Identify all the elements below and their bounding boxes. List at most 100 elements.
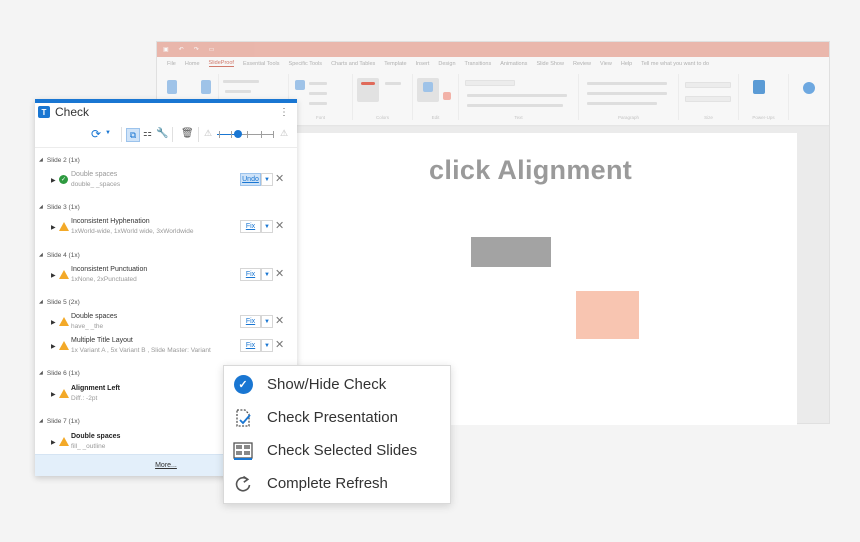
ribbon-group-edit: Edit: [413, 74, 459, 120]
chevron-down-icon[interactable]: ▼: [261, 220, 273, 233]
collapse-triangle-icon[interactable]: ◢: [39, 299, 43, 305]
expand-triangle-icon[interactable]: ▶: [51, 343, 56, 350]
ribbon-group-label: Size: [704, 115, 713, 120]
issue-item[interactable]: ▶ Inconsistent Punctuation 1xNone, 2xPun…: [35, 265, 297, 289]
fix-button[interactable]: Fix: [240, 220, 261, 233]
ribbon-tabs: File Home SlideProof Essential Tools Specifi…: [157, 57, 829, 70]
ribbon-group-paragraph: Paragraph: [579, 74, 679, 120]
ribbon-tab[interactable]: Specific Tools: [289, 61, 323, 67]
warning-high-icon: ⚠: [280, 128, 289, 138]
wrench-icon[interactable]: 🔧: [156, 128, 168, 139]
copy-icon[interactable]: ⧉: [126, 128, 140, 142]
ribbon-group-size: Size: [679, 74, 739, 120]
ribbon-tab[interactable]: Slide Show: [536, 61, 564, 67]
expand-triangle-icon[interactable]: ▶: [51, 177, 56, 184]
ribbon-tab[interactable]: Charts and Tables: [331, 61, 375, 67]
slider-tick: [273, 131, 274, 138]
menu-item-check-selected-slides[interactable]: Check Selected Slides: [224, 434, 450, 467]
chevron-down-icon[interactable]: ▼: [261, 339, 273, 352]
section-header[interactable]: ◢ Slide 4 (1x): [35, 248, 297, 262]
ribbon-tab[interactable]: Design: [438, 61, 455, 67]
present-icon[interactable]: ▭: [209, 46, 215, 53]
expand-triangle-icon[interactable]: ▶: [51, 439, 56, 446]
chevron-down-icon[interactable]: ▼: [105, 130, 111, 136]
warning-icon: [59, 317, 69, 326]
warning-low-icon: ⚠: [204, 128, 213, 138]
section-header[interactable]: ◢ Slide 3 (1x): [35, 200, 297, 214]
section-header[interactable]: ◢ Slide 2 (1x): [35, 153, 297, 167]
tree-icon[interactable]: ⚏: [143, 128, 152, 139]
section-header[interactable]: ◢ Slide 5 (2x): [35, 295, 297, 309]
menu-item-show-hide-check[interactable]: ✓ Show/Hide Check: [224, 368, 450, 401]
close-icon[interactable]: ✕: [275, 338, 284, 351]
menu-item-complete-refresh[interactable]: Complete Refresh: [224, 467, 450, 500]
collapse-triangle-icon[interactable]: ◢: [39, 418, 43, 424]
expand-triangle-icon[interactable]: ▶: [51, 391, 56, 398]
toolbar-divider: [172, 127, 173, 142]
issue-item[interactable]: ▶ ✓ Double spaces double_ _spaces Undo ▼…: [35, 170, 297, 194]
undo-icon[interactable]: ↶: [179, 46, 184, 53]
close-icon[interactable]: ✕: [275, 314, 284, 327]
fix-button[interactable]: Fix: [240, 268, 261, 281]
kebab-menu-icon[interactable]: ⋮: [279, 107, 289, 118]
ribbon-tab[interactable]: SlideProof: [208, 60, 234, 67]
close-icon[interactable]: ✕: [275, 267, 284, 280]
chevron-down-icon[interactable]: ▼: [261, 268, 273, 281]
undo-button[interactable]: Undo: [240, 173, 261, 186]
ribbon-tab[interactable]: View: [600, 61, 612, 67]
warning-icon: [59, 389, 69, 398]
issue-name: Double spaces: [71, 433, 121, 440]
menu-item-label: Check Presentation: [267, 409, 398, 426]
issue-item[interactable]: ▶ Inconsistent Hyphenation 1xWorld-wide,…: [35, 217, 297, 241]
expand-triangle-icon[interactable]: ▶: [51, 224, 56, 231]
slider-knob[interactable]: [234, 130, 242, 138]
expand-triangle-icon[interactable]: ▶: [51, 319, 56, 326]
ribbon-group-label: Font: [315, 115, 325, 120]
ribbon-group-text: Text: [459, 74, 579, 120]
ribbon-group-colors: Colors: [353, 74, 413, 120]
slider-tick: [219, 131, 220, 138]
collapse-triangle-icon[interactable]: ◢: [39, 370, 43, 376]
menu-item-check-presentation[interactable]: Check Presentation: [224, 401, 450, 434]
ribbon-tab[interactable]: Essential Tools: [243, 61, 280, 67]
ribbon-group-check: [789, 74, 829, 120]
close-icon[interactable]: ✕: [275, 172, 284, 185]
chevron-down-icon[interactable]: ▼: [261, 315, 273, 328]
warning-icon: [59, 437, 69, 446]
expand-triangle-icon[interactable]: ▶: [51, 272, 56, 279]
slideproof-logo-icon: T: [38, 106, 50, 118]
ribbon-tab[interactable]: Home: [185, 61, 200, 67]
ribbon-tab[interactable]: Transitions: [465, 61, 492, 67]
save-icon[interactable]: ▣: [163, 46, 169, 53]
menu-item-label: Complete Refresh: [267, 475, 388, 492]
ribbon-group-label: Edit: [431, 115, 440, 120]
ribbon-tab[interactable]: Insert: [416, 61, 430, 67]
issue-item[interactable]: ▶ Double spaces have_ _the Fix ▼ ✕: [35, 312, 297, 336]
ribbon-tab[interactable]: Template: [384, 61, 406, 67]
collapse-triangle-icon[interactable]: ◢: [39, 204, 43, 210]
slide-title[interactable]: click Alignment: [429, 155, 632, 186]
redo-icon[interactable]: ↷: [194, 46, 199, 53]
refresh-icon[interactable]: ⟳: [91, 127, 101, 141]
ppt-title-bar: ▣ ↶ ↷ ▭: [157, 42, 829, 57]
ribbon-tab[interactable]: Tell me what you want to do: [641, 61, 709, 67]
trash-icon[interactable]: 🗑: [181, 128, 194, 139]
ribbon-tab[interactable]: File: [167, 61, 176, 67]
peach-rectangle-shape[interactable]: [576, 291, 639, 339]
ribbon-tab[interactable]: Animations: [500, 61, 527, 67]
ribbon-group-label: Power-Ups: [752, 115, 775, 120]
collapse-triangle-icon[interactable]: ◢: [39, 157, 43, 163]
severity-slider[interactable]: [217, 134, 274, 135]
gray-rectangle-shape[interactable]: [471, 237, 551, 267]
fix-button[interactable]: Fix: [240, 339, 261, 352]
ribbon-tab[interactable]: Help: [621, 61, 632, 67]
chevron-down-icon[interactable]: ▼: [261, 173, 273, 186]
ribbon-tab[interactable]: Review: [573, 61, 591, 67]
close-icon[interactable]: ✕: [275, 219, 284, 232]
issue-item[interactable]: ▶ Multiple Title Layout 1x Variant A , 5…: [35, 336, 297, 360]
warning-icon: [59, 341, 69, 350]
warning-icon: [59, 222, 69, 231]
ribbon-group-power-ups: Power-Ups: [739, 74, 789, 120]
collapse-triangle-icon[interactable]: ◢: [39, 252, 43, 258]
fix-button[interactable]: Fix: [240, 315, 261, 328]
